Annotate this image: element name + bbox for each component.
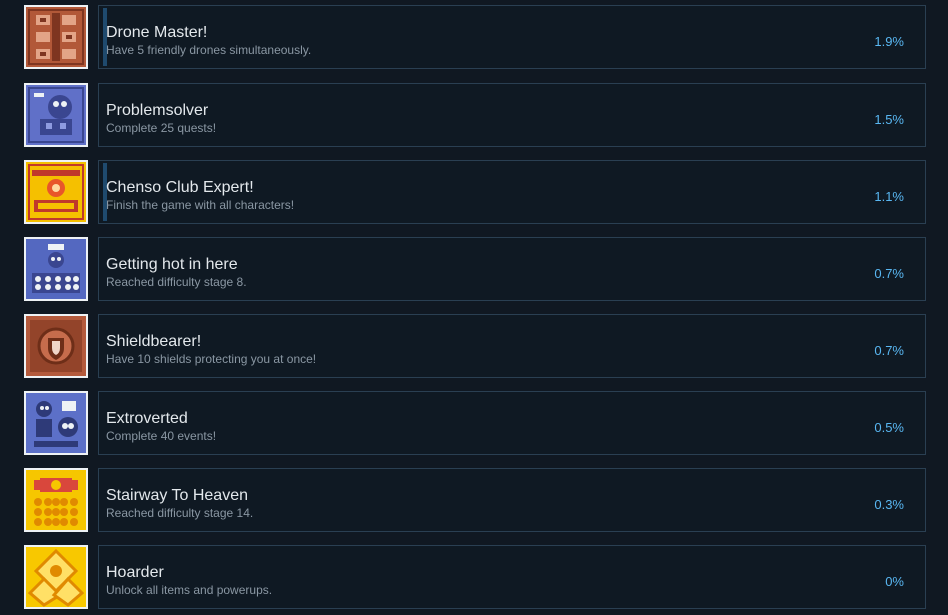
- achievement-description: Finish the game with all characters!: [106, 198, 295, 212]
- achievement-row: Hoarder Unlock all items and powerups. 0…: [0, 545, 948, 611]
- achievement-title: Hoarder: [106, 564, 164, 581]
- achievement-description: Unlock all items and powerups.: [106, 583, 273, 597]
- achievement-row: Extroverted Complete 40 events! 0.5%: [0, 391, 948, 457]
- achievement-panel: Stairway To Heaven Reached difficulty st…: [98, 468, 926, 532]
- achievement-description: Have 10 shields protecting you at once!: [106, 352, 317, 366]
- drone-icon: [24, 5, 88, 69]
- chenso-badge-icon: [24, 160, 88, 224]
- difficulty-skulls-icon: [24, 237, 88, 301]
- achievement-row: Drone Master! Have 5 friendly drones sim…: [0, 5, 948, 71]
- unlock-percentage: 1.1%: [874, 189, 904, 204]
- unlock-percentage: 1.5%: [874, 112, 904, 127]
- achievement-title: Problemsolver: [106, 102, 209, 119]
- shield-icon: [24, 314, 88, 378]
- achievement-panel: Getting hot in here Reached difficulty s…: [98, 237, 926, 301]
- achievement-row: Shieldbearer! Have 10 shields protecting…: [0, 314, 948, 380]
- robot-icon: [24, 83, 88, 147]
- achievement-description: Have 5 friendly drones simultaneously.: [106, 43, 312, 57]
- unlock-percentage: 0.7%: [874, 266, 904, 281]
- characters-icon: [24, 391, 88, 455]
- achievement-list: Drone Master! Have 5 friendly drones sim…: [0, 0, 948, 615]
- skull-pile-icon: [24, 468, 88, 532]
- unlock-percentage: 0.5%: [874, 420, 904, 435]
- achievement-row: Getting hot in here Reached difficulty s…: [0, 237, 948, 303]
- achievement-row: Stairway To Heaven Reached difficulty st…: [0, 468, 948, 534]
- achievement-row: Chenso Club Expert! Finish the game with…: [0, 160, 948, 226]
- achievement-description: Reached difficulty stage 14.: [106, 506, 254, 520]
- achievement-description: Complete 40 events!: [106, 429, 217, 443]
- achievement-panel: Drone Master! Have 5 friendly drones sim…: [98, 5, 926, 69]
- unlock-percentage: 0%: [885, 574, 904, 589]
- achievement-panel: Hoarder Unlock all items and powerups. 0…: [98, 545, 926, 609]
- unlock-percentage: 1.9%: [874, 34, 904, 49]
- achievement-description: Complete 25 quests!: [106, 121, 217, 135]
- achievement-panel: Extroverted Complete 40 events! 0.5%: [98, 391, 926, 455]
- achievement-title: Chenso Club Expert!: [106, 179, 254, 196]
- achievement-title: Getting hot in here: [106, 256, 238, 273]
- achievement-description: Reached difficulty stage 8.: [106, 275, 247, 289]
- unlock-percentage: 0.7%: [874, 343, 904, 358]
- achievement-panel: Problemsolver Complete 25 quests! 1.5%: [98, 83, 926, 147]
- achievement-panel: Shieldbearer! Have 10 shields protecting…: [98, 314, 926, 378]
- achievement-title: Extroverted: [106, 410, 188, 427]
- achievement-title: Shieldbearer!: [106, 333, 202, 350]
- unlock-percentage: 0.3%: [874, 497, 904, 512]
- achievement-panel: Chenso Club Expert! Finish the game with…: [98, 160, 926, 224]
- achievement-title: Stairway To Heaven: [106, 487, 248, 504]
- treasure-icon: [24, 545, 88, 609]
- achievement-row: Problemsolver Complete 25 quests! 1.5%: [0, 83, 948, 149]
- achievement-title: Drone Master!: [106, 24, 208, 41]
